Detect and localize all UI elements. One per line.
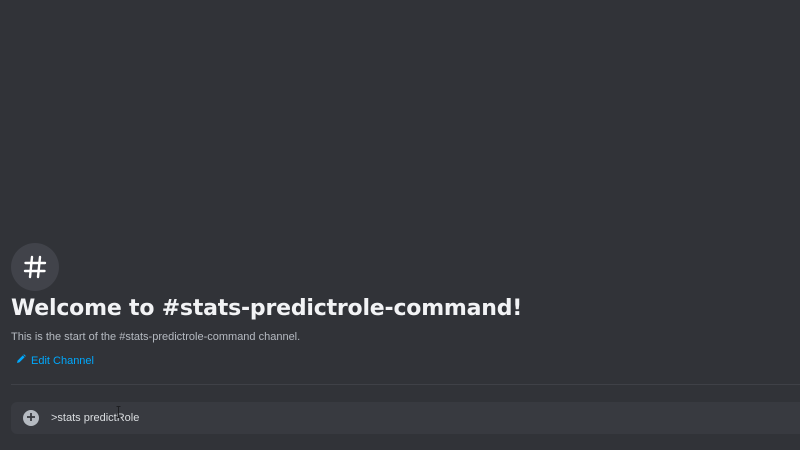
chat-area: Welcome to #stats-predictrole-command! T…: [0, 0, 800, 450]
hashtag-icon: [22, 254, 48, 280]
edit-channel-button[interactable]: Edit Channel: [16, 354, 94, 367]
plus-circle-icon: [26, 409, 36, 427]
text-cursor-icon: [116, 405, 121, 418]
pencil-icon: [16, 354, 26, 367]
channel-avatar: [11, 243, 59, 291]
message-composer: [11, 402, 800, 434]
welcome-title: Welcome to #stats-predictrole-command!: [11, 296, 523, 321]
welcome-subtitle: This is the start of the #stats-predictr…: [11, 331, 301, 343]
edit-channel-label: Edit Channel: [31, 354, 94, 367]
message-input[interactable]: [51, 408, 751, 428]
attach-button[interactable]: [23, 410, 39, 426]
divider: [11, 384, 800, 385]
